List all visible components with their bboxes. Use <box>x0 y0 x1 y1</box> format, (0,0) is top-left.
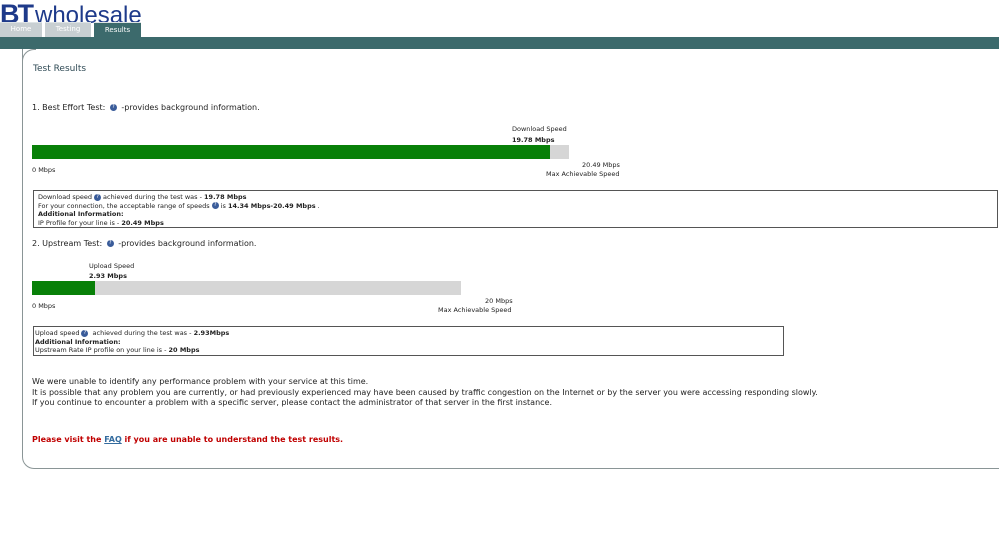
acceptable-range-text: For your connection, the acceptable rang… <box>38 201 210 210</box>
download-details-line-4: IP Profile for your line is - 20.49 Mbps <box>38 219 993 228</box>
upstream-heading: 2. Upstream Test: ? -provides background… <box>32 239 256 248</box>
acceptable-range-value: 14.34 Mbps-20.49 Mbps <box>227 201 316 210</box>
tab-home[interactable]: Home <box>0 22 42 37</box>
download-details-line-1: Download speed? achieved during the test … <box>38 193 993 202</box>
upstream-heading-suffix: -provides background information. <box>118 239 257 248</box>
download-details-box: Download speed? achieved during the test … <box>33 190 998 228</box>
message-line-1: We were unable to identify any performan… <box>32 377 369 386</box>
acceptable-range-is: is <box>220 201 228 210</box>
download-progress-fill <box>32 145 551 159</box>
upstream-heading-prefix: 2. Upstream Test: <box>32 239 103 248</box>
download-max-value: 20.49 Mbps <box>582 161 620 169</box>
upload-achieved-text: achieved during the test was - <box>90 329 194 337</box>
info-icon[interactable]: ? <box>94 193 102 201</box>
best-effort-heading-suffix: -provides background information. <box>121 103 260 112</box>
upload-speed-label: Upload Speed <box>89 262 135 270</box>
ip-profile-text: IP Profile for your line is - <box>38 218 122 227</box>
message-line-2: It is possible that any problem you are … <box>32 388 818 397</box>
info-icon[interactable]: ? <box>106 240 114 247</box>
message-line-3: If you continue to encounter a problem w… <box>32 398 552 407</box>
upload-min-label: 0 Mbps <box>32 302 56 310</box>
faq-notice: Please visit the FAQ if you are unable t… <box>32 435 343 444</box>
info-icon[interactable]: ? <box>109 104 117 111</box>
download-speed-value: 19.78 Mbps <box>512 136 555 144</box>
upstream-profile-value: 20 Mbps <box>168 346 200 355</box>
info-icon[interactable]: ? <box>211 202 219 210</box>
faq-link[interactable]: FAQ <box>104 435 122 444</box>
bt-wholesale-logo: BT wholesale <box>0 0 142 29</box>
download-speed-text: Download speed <box>38 193 93 201</box>
upload-progress-bar <box>32 281 461 295</box>
download-min-label: 0 Mbps <box>32 166 56 174</box>
upload-details-line-3: Upstream Rate IP profile on your line is… <box>35 346 782 355</box>
tab-results[interactable]: Results <box>94 22 141 38</box>
page-title: Test Results <box>33 64 87 74</box>
upload-max-value: 20 Mbps <box>485 297 513 305</box>
info-icon[interactable]: ? <box>81 329 89 337</box>
nav-tabs: Home Testing Results <box>0 22 144 38</box>
download-progress-bar <box>32 145 569 159</box>
upload-speed-text: Upload speed <box>35 329 80 337</box>
faq-prefix: Please visit the <box>32 435 105 444</box>
download-details-line-2: For your connection, the acceptable rang… <box>38 202 993 211</box>
download-achieved-value: 19.78 Mbps <box>204 193 247 201</box>
download-speed-label: Download Speed <box>512 125 567 133</box>
upload-details-box: Upload speed? achieved during the test w… <box>33 326 784 356</box>
upload-max-label: Max Achievable Speed <box>438 306 512 314</box>
upload-details-line-1: Upload speed? achieved during the test w… <box>35 329 782 338</box>
download-achieved-text: achieved during the test was - <box>103 193 205 201</box>
ip-profile-value: 20.49 Mbps <box>121 218 164 227</box>
upload-speed-value: 2.93 Mbps <box>89 272 127 280</box>
faq-suffix: if you are unable to understand the test… <box>121 435 344 444</box>
acceptable-range-suffix: . <box>315 201 320 210</box>
best-effort-heading: 1. Best Effort Test: ? -provides backgro… <box>32 103 260 112</box>
download-max-label: Max Achievable Speed <box>546 170 620 178</box>
download-additional-info: Additional Information: <box>38 210 124 219</box>
best-effort-heading-prefix: 1. Best Effort Test: <box>32 103 106 112</box>
header-bar <box>0 37 999 49</box>
tab-testing[interactable]: Testing <box>45 22 91 37</box>
upload-additional-info: Additional Information: <box>35 337 121 346</box>
upload-progress-fill <box>32 281 95 295</box>
upload-achieved-value: 2.93Mbps <box>193 329 230 337</box>
upstream-profile-text: Upstream Rate IP profile on your line is… <box>35 346 169 355</box>
